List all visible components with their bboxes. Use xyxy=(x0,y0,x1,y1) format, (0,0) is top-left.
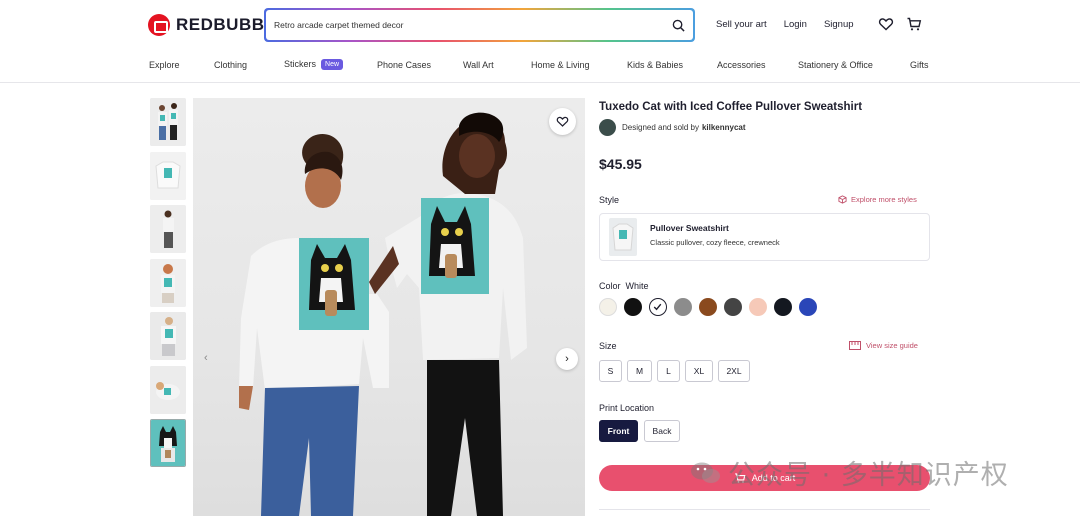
next-image-button[interactable]: › xyxy=(556,348,578,370)
search-icon xyxy=(672,19,685,32)
redbubble-logo-icon xyxy=(148,14,170,36)
size-option-l[interactable]: L xyxy=(657,360,680,382)
color-swatch-white-selected[interactable] xyxy=(649,298,667,316)
seller-name-link[interactable]: kilkennycat xyxy=(702,123,746,132)
color-swatch-black[interactable] xyxy=(624,298,642,316)
color-label-text: Color xyxy=(599,281,621,291)
divider xyxy=(599,509,930,510)
style-thumbnail xyxy=(609,218,637,256)
thumbnail[interactable] xyxy=(150,205,186,253)
seller-prefix: Designed and sold by xyxy=(622,123,699,132)
watermark: 公众号 · 多半知识产权 xyxy=(690,453,1009,492)
size-guide-link[interactable]: View size guide xyxy=(849,341,918,350)
size-option-xl[interactable]: XL xyxy=(685,360,713,382)
nav-item-clothing[interactable]: Clothing xyxy=(214,60,247,70)
new-badge: New xyxy=(321,59,344,70)
product-price: $45.95 xyxy=(599,156,642,172)
style-description: Classic pullover, cozy fleece, crewneck xyxy=(650,238,780,247)
size-option-s[interactable]: S xyxy=(599,360,622,382)
nav-item-wall-art[interactable]: Wall Art xyxy=(463,60,494,70)
heart-icon xyxy=(556,116,569,127)
nav-item-phone-cases[interactable]: Phone Cases xyxy=(377,60,431,70)
print-location-front[interactable]: Front xyxy=(599,420,638,442)
nav-item-stickers-label: Stickers xyxy=(284,59,317,69)
thumbnail[interactable] xyxy=(150,366,186,414)
heart-icon[interactable] xyxy=(878,16,894,32)
nav-item-gifts[interactable]: Gifts xyxy=(910,60,929,70)
search-input[interactable] xyxy=(266,10,663,40)
thumbnail[interactable] xyxy=(150,152,186,200)
thumbnail[interactable] xyxy=(150,259,186,307)
color-swatch-cream[interactable] xyxy=(599,298,617,316)
search-bar xyxy=(264,8,695,42)
nav-item-home-living[interactable]: Home & Living xyxy=(531,60,590,70)
style-name: Pullover Sweatshirt xyxy=(650,223,729,233)
nav-item-explore[interactable]: Explore xyxy=(149,60,180,70)
color-swatch-grey[interactable] xyxy=(674,298,692,316)
thumbnail[interactable] xyxy=(150,98,186,146)
nav-item-kids-babies[interactable]: Kids & Babies xyxy=(627,60,683,70)
explore-more-styles-link[interactable]: Explore more styles xyxy=(838,195,917,204)
color-selected-value: White xyxy=(625,281,649,291)
wechat-icon xyxy=(691,462,720,483)
explore-more-styles-text: Explore more styles xyxy=(851,195,917,204)
size-label: Size xyxy=(599,341,617,351)
check-icon xyxy=(653,303,662,311)
color-label: Color White xyxy=(599,281,649,291)
ruler-icon xyxy=(849,341,861,350)
size-option-m[interactable]: M xyxy=(627,360,652,382)
nav-item-accessories[interactable]: Accessories xyxy=(717,60,766,70)
size-guide-text: View size guide xyxy=(866,341,918,350)
print-location-back[interactable]: Back xyxy=(644,420,680,442)
cart-icon[interactable] xyxy=(906,16,922,32)
search-button[interactable] xyxy=(663,10,693,40)
prev-image-arrow-icon[interactable]: ‹ xyxy=(204,352,208,364)
seller-avatar[interactable] xyxy=(599,119,616,136)
product-title: Tuxedo Cat with Iced Coffee Pullover Swe… xyxy=(599,101,863,113)
style-card[interactable]: Pullover Sweatshirt Classic pullover, co… xyxy=(599,213,930,261)
style-label: Style xyxy=(599,195,620,205)
watermark-text: 公众号 · 多半知识产权 xyxy=(728,460,1009,491)
login-link[interactable]: Login xyxy=(784,19,807,30)
cube-icon xyxy=(838,195,847,204)
size-option-2xl[interactable]: 2XL xyxy=(718,360,750,382)
thumbnail[interactable] xyxy=(150,312,186,360)
header: REDBUBBLE Sell your art Login Signup xyxy=(0,0,1080,50)
chevron-right-icon: › xyxy=(565,353,569,365)
product-main-image xyxy=(193,98,585,516)
nav-item-stickers[interactable]: Stickers New xyxy=(284,59,344,70)
signup-link[interactable]: Signup xyxy=(824,19,854,30)
thumbnail-active[interactable] xyxy=(150,419,186,467)
print-location-label: Print Location xyxy=(599,403,655,413)
category-nav: Explore Clothing Stickers New Phone Cases… xyxy=(0,50,1080,83)
seller-info: Designed and sold by kilkennycat xyxy=(599,119,746,136)
color-swatch-pink[interactable] xyxy=(749,298,767,316)
nav-item-stationery-office[interactable]: Stationery & Office xyxy=(798,60,873,70)
color-swatch-charcoal[interactable] xyxy=(724,298,742,316)
favorite-button[interactable] xyxy=(549,108,576,135)
color-swatch-royal-blue[interactable] xyxy=(799,298,817,316)
color-swatch-brown[interactable] xyxy=(699,298,717,316)
color-swatch-navy[interactable] xyxy=(774,298,792,316)
sell-your-art-link[interactable]: Sell your art xyxy=(716,19,767,30)
